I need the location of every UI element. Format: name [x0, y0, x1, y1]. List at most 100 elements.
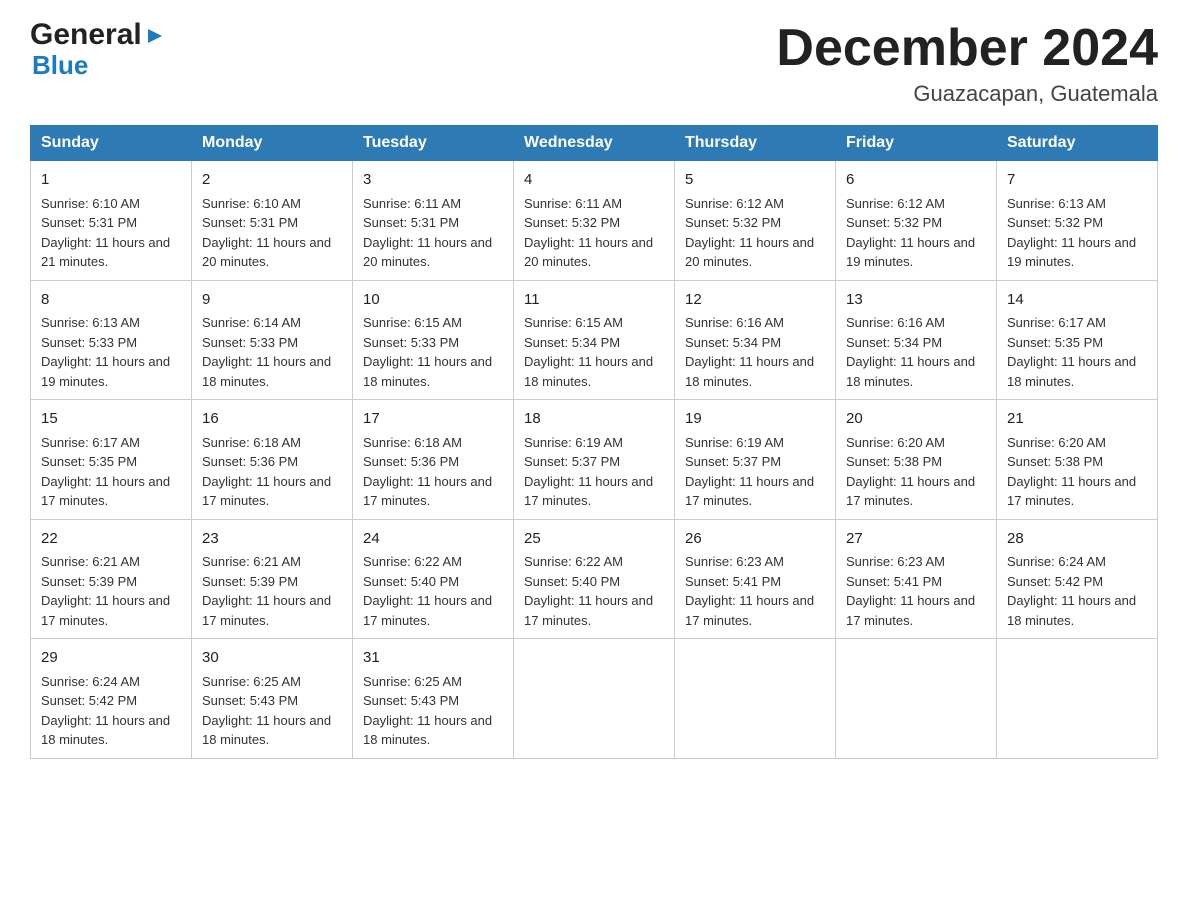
calendar-row: 29 Sunrise: 6:24 AMSunset: 5:42 PMDaylig… — [31, 639, 1158, 759]
day-number: 12 — [685, 289, 825, 312]
calendar-cell: 8 Sunrise: 6:13 AMSunset: 5:33 PMDayligh… — [31, 280, 192, 400]
calendar-cell: 15 Sunrise: 6:17 AMSunset: 5:35 PMDaylig… — [31, 400, 192, 520]
calendar-cell: 5 Sunrise: 6:12 AMSunset: 5:32 PMDayligh… — [675, 161, 836, 281]
day-info: Sunrise: 6:11 AMSunset: 5:31 PMDaylight:… — [363, 194, 503, 272]
calendar-cell: 23 Sunrise: 6:21 AMSunset: 5:39 PMDaylig… — [192, 519, 353, 639]
calendar-cell — [836, 639, 997, 759]
day-info: Sunrise: 6:19 AMSunset: 5:37 PMDaylight:… — [524, 433, 664, 511]
col-header-tuesday: Tuesday — [353, 126, 514, 161]
logo: General Blue — [30, 20, 166, 81]
day-info: Sunrise: 6:10 AMSunset: 5:31 PMDaylight:… — [202, 194, 342, 272]
day-number: 18 — [524, 408, 664, 431]
day-number: 5 — [685, 169, 825, 192]
day-number: 21 — [1007, 408, 1147, 431]
day-number: 26 — [685, 528, 825, 551]
calendar-row: 22 Sunrise: 6:21 AMSunset: 5:39 PMDaylig… — [31, 519, 1158, 639]
day-info: Sunrise: 6:17 AMSunset: 5:35 PMDaylight:… — [41, 433, 181, 511]
day-number: 17 — [363, 408, 503, 431]
day-number: 1 — [41, 169, 181, 192]
day-number: 4 — [524, 169, 664, 192]
day-info: Sunrise: 6:23 AMSunset: 5:41 PMDaylight:… — [685, 552, 825, 630]
day-info: Sunrise: 6:16 AMSunset: 5:34 PMDaylight:… — [685, 313, 825, 391]
day-info: Sunrise: 6:15 AMSunset: 5:33 PMDaylight:… — [363, 313, 503, 391]
day-info: Sunrise: 6:13 AMSunset: 5:33 PMDaylight:… — [41, 313, 181, 391]
day-info: Sunrise: 6:13 AMSunset: 5:32 PMDaylight:… — [1007, 194, 1147, 272]
day-number: 16 — [202, 408, 342, 431]
logo-triangle-icon — [144, 25, 166, 47]
day-info: Sunrise: 6:20 AMSunset: 5:38 PMDaylight:… — [846, 433, 986, 511]
day-info: Sunrise: 6:22 AMSunset: 5:40 PMDaylight:… — [524, 552, 664, 630]
day-number: 8 — [41, 289, 181, 312]
day-number: 9 — [202, 289, 342, 312]
calendar-cell: 19 Sunrise: 6:19 AMSunset: 5:37 PMDaylig… — [675, 400, 836, 520]
day-number: 3 — [363, 169, 503, 192]
calendar-cell: 25 Sunrise: 6:22 AMSunset: 5:40 PMDaylig… — [514, 519, 675, 639]
page-header: General Blue December 2024 Guazacapan, G… — [30, 20, 1158, 107]
day-info: Sunrise: 6:14 AMSunset: 5:33 PMDaylight:… — [202, 313, 342, 391]
day-number: 10 — [363, 289, 503, 312]
logo-general: General — [30, 20, 142, 50]
month-title: December 2024 — [776, 20, 1158, 77]
calendar-cell: 14 Sunrise: 6:17 AMSunset: 5:35 PMDaylig… — [997, 280, 1158, 400]
calendar-cell: 30 Sunrise: 6:25 AMSunset: 5:43 PMDaylig… — [192, 639, 353, 759]
calendar-cell: 22 Sunrise: 6:21 AMSunset: 5:39 PMDaylig… — [31, 519, 192, 639]
day-info: Sunrise: 6:19 AMSunset: 5:37 PMDaylight:… — [685, 433, 825, 511]
calendar-cell: 27 Sunrise: 6:23 AMSunset: 5:41 PMDaylig… — [836, 519, 997, 639]
calendar-row: 15 Sunrise: 6:17 AMSunset: 5:35 PMDaylig… — [31, 400, 1158, 520]
day-number: 6 — [846, 169, 986, 192]
day-number: 15 — [41, 408, 181, 431]
col-header-monday: Monday — [192, 126, 353, 161]
col-header-sunday: Sunday — [31, 126, 192, 161]
calendar-cell: 16 Sunrise: 6:18 AMSunset: 5:36 PMDaylig… — [192, 400, 353, 520]
day-info: Sunrise: 6:22 AMSunset: 5:40 PMDaylight:… — [363, 552, 503, 630]
day-info: Sunrise: 6:15 AMSunset: 5:34 PMDaylight:… — [524, 313, 664, 391]
day-info: Sunrise: 6:16 AMSunset: 5:34 PMDaylight:… — [846, 313, 986, 391]
day-number: 23 — [202, 528, 342, 551]
title-block: December 2024 Guazacapan, Guatemala — [776, 20, 1158, 107]
day-number: 29 — [41, 647, 181, 670]
day-info: Sunrise: 6:20 AMSunset: 5:38 PMDaylight:… — [1007, 433, 1147, 511]
day-info: Sunrise: 6:21 AMSunset: 5:39 PMDaylight:… — [202, 552, 342, 630]
day-info: Sunrise: 6:17 AMSunset: 5:35 PMDaylight:… — [1007, 313, 1147, 391]
col-header-saturday: Saturday — [997, 126, 1158, 161]
calendar-cell: 21 Sunrise: 6:20 AMSunset: 5:38 PMDaylig… — [997, 400, 1158, 520]
calendar-cell: 3 Sunrise: 6:11 AMSunset: 5:31 PMDayligh… — [353, 161, 514, 281]
day-number: 30 — [202, 647, 342, 670]
calendar-cell — [997, 639, 1158, 759]
col-header-wednesday: Wednesday — [514, 126, 675, 161]
day-number: 13 — [846, 289, 986, 312]
day-info: Sunrise: 6:10 AMSunset: 5:31 PMDaylight:… — [41, 194, 181, 272]
day-info: Sunrise: 6:24 AMSunset: 5:42 PMDaylight:… — [1007, 552, 1147, 630]
calendar-row: 8 Sunrise: 6:13 AMSunset: 5:33 PMDayligh… — [31, 280, 1158, 400]
day-number: 27 — [846, 528, 986, 551]
day-info: Sunrise: 6:11 AMSunset: 5:32 PMDaylight:… — [524, 194, 664, 272]
calendar-cell: 1 Sunrise: 6:10 AMSunset: 5:31 PMDayligh… — [31, 161, 192, 281]
day-info: Sunrise: 6:12 AMSunset: 5:32 PMDaylight:… — [846, 194, 986, 272]
calendar-cell: 12 Sunrise: 6:16 AMSunset: 5:34 PMDaylig… — [675, 280, 836, 400]
day-number: 22 — [41, 528, 181, 551]
day-info: Sunrise: 6:21 AMSunset: 5:39 PMDaylight:… — [41, 552, 181, 630]
day-number: 20 — [846, 408, 986, 431]
calendar-cell: 24 Sunrise: 6:22 AMSunset: 5:40 PMDaylig… — [353, 519, 514, 639]
calendar-cell: 11 Sunrise: 6:15 AMSunset: 5:34 PMDaylig… — [514, 280, 675, 400]
day-info: Sunrise: 6:18 AMSunset: 5:36 PMDaylight:… — [363, 433, 503, 511]
day-info: Sunrise: 6:18 AMSunset: 5:36 PMDaylight:… — [202, 433, 342, 511]
calendar-cell: 26 Sunrise: 6:23 AMSunset: 5:41 PMDaylig… — [675, 519, 836, 639]
day-info: Sunrise: 6:12 AMSunset: 5:32 PMDaylight:… — [685, 194, 825, 272]
logo-blue: Blue — [32, 50, 88, 81]
calendar-cell: 31 Sunrise: 6:25 AMSunset: 5:43 PMDaylig… — [353, 639, 514, 759]
day-info: Sunrise: 6:23 AMSunset: 5:41 PMDaylight:… — [846, 552, 986, 630]
day-info: Sunrise: 6:24 AMSunset: 5:42 PMDaylight:… — [41, 672, 181, 750]
calendar-cell — [675, 639, 836, 759]
day-number: 25 — [524, 528, 664, 551]
calendar-table: SundayMondayTuesdayWednesdayThursdayFrid… — [30, 125, 1158, 759]
calendar-cell: 6 Sunrise: 6:12 AMSunset: 5:32 PMDayligh… — [836, 161, 997, 281]
day-info: Sunrise: 6:25 AMSunset: 5:43 PMDaylight:… — [363, 672, 503, 750]
calendar-cell: 2 Sunrise: 6:10 AMSunset: 5:31 PMDayligh… — [192, 161, 353, 281]
day-number: 11 — [524, 289, 664, 312]
day-number: 28 — [1007, 528, 1147, 551]
calendar-cell: 7 Sunrise: 6:13 AMSunset: 5:32 PMDayligh… — [997, 161, 1158, 281]
day-number: 24 — [363, 528, 503, 551]
calendar-cell: 4 Sunrise: 6:11 AMSunset: 5:32 PMDayligh… — [514, 161, 675, 281]
calendar-cell: 18 Sunrise: 6:19 AMSunset: 5:37 PMDaylig… — [514, 400, 675, 520]
